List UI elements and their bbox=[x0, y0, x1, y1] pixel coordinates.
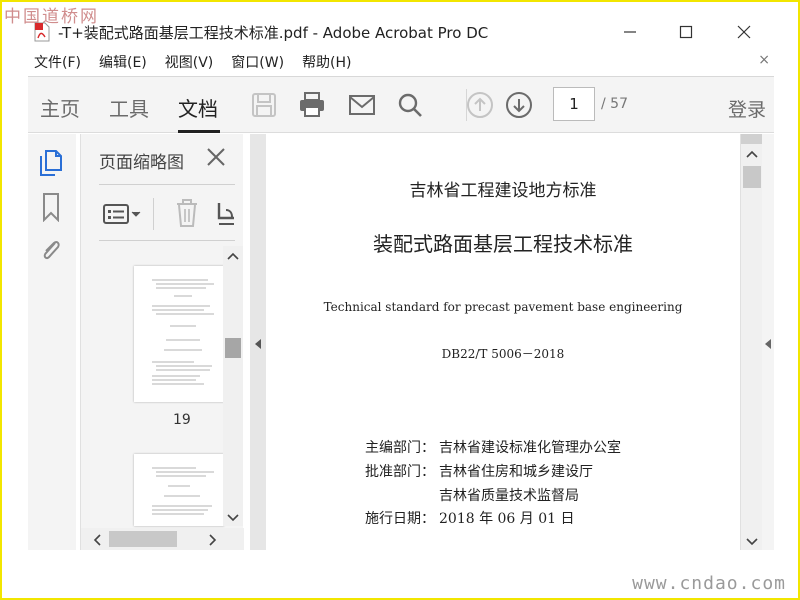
menu-bar: 文件(F) 编辑(E) 视图(V) 窗口(W) 帮助(H) bbox=[2, 52, 798, 74]
active-tab-indicator bbox=[178, 130, 220, 133]
menubar-close-button[interactable]: × bbox=[758, 52, 770, 68]
menu-edit[interactable]: 编辑(E) bbox=[81, 52, 147, 74]
info-value: 吉林省建设标准化管理办公室 bbox=[439, 440, 621, 456]
left-navigation-rail bbox=[28, 134, 76, 550]
search-icon[interactable] bbox=[396, 91, 424, 119]
scrollbar-thumb[interactable] bbox=[109, 531, 177, 547]
info-row-approver-2: 吉林省质量技术监督局 bbox=[365, 485, 579, 505]
maximize-icon bbox=[679, 25, 693, 39]
close-icon bbox=[737, 25, 751, 39]
info-row-effective-date: 施行日期： 2018 年 06 月 01 日 bbox=[365, 508, 575, 528]
document-vertical-scrollbar[interactable] bbox=[740, 134, 763, 550]
scroll-up-icon[interactable] bbox=[746, 150, 758, 158]
document-heading-1: 吉林省工程建设地方标准 bbox=[409, 181, 597, 201]
info-row-editor: 主编部门： 吉林省建设标准化管理办公室 bbox=[365, 437, 621, 457]
attachment-icon[interactable] bbox=[38, 236, 64, 266]
panel-close-icon[interactable] bbox=[205, 146, 227, 168]
page-thumbnails-panel: 页面缩略图 19 bbox=[80, 134, 244, 550]
document-code: DB22/T 5006－2018 bbox=[441, 347, 565, 361]
pdf-file-icon bbox=[34, 22, 50, 42]
thumbnail-content-preview bbox=[152, 279, 214, 385]
thumbnail-page-label: 19 bbox=[173, 412, 191, 428]
login-button[interactable]: 登录 bbox=[728, 95, 766, 122]
scroll-up-icon[interactable] bbox=[227, 252, 239, 260]
scrollbar-track-top bbox=[741, 134, 763, 144]
thumbnail-options-icon[interactable] bbox=[103, 202, 143, 226]
scrollbar-thumb[interactable] bbox=[225, 338, 241, 358]
scrollbar-thumb[interactable] bbox=[743, 166, 761, 188]
info-key: 批准部门： bbox=[365, 464, 435, 480]
collapse-right-icon bbox=[765, 339, 771, 349]
scroll-down-icon[interactable] bbox=[227, 514, 239, 522]
page-thumbnail[interactable] bbox=[134, 266, 224, 402]
page-total: / 57 bbox=[601, 96, 628, 112]
prev-page-icon[interactable] bbox=[466, 91, 494, 119]
panel-tools-separator bbox=[153, 198, 154, 230]
tab-document[interactable]: 文档 bbox=[178, 93, 218, 122]
info-key bbox=[365, 485, 439, 505]
email-icon[interactable] bbox=[348, 91, 376, 119]
page-thumbnail[interactable] bbox=[134, 454, 224, 526]
page-number-input[interactable]: 1 bbox=[553, 87, 595, 121]
menu-file[interactable]: 文件(F) bbox=[2, 52, 81, 74]
bookmark-icon[interactable] bbox=[38, 192, 64, 222]
delete-icon[interactable] bbox=[175, 198, 199, 228]
menu-view[interactable]: 视图(V) bbox=[147, 52, 214, 74]
watermark-bottom: www.cndao.com bbox=[632, 573, 786, 594]
info-value: 2018 年 06 月 01 日 bbox=[439, 511, 575, 527]
info-key: 施行日期： bbox=[365, 511, 435, 527]
thumbnail-vertical-scrollbar[interactable] bbox=[223, 246, 243, 526]
info-key: 主编部门： bbox=[365, 440, 435, 456]
tab-tools[interactable]: 工具 bbox=[109, 93, 149, 122]
panel-toolbar bbox=[81, 190, 243, 240]
panel-divider-2 bbox=[99, 240, 235, 241]
menu-window[interactable]: 窗口(W) bbox=[213, 52, 284, 74]
scroll-down-icon[interactable] bbox=[746, 538, 758, 546]
tab-home[interactable]: 主页 bbox=[40, 93, 80, 122]
info-value: 吉林省质量技术监督局 bbox=[439, 488, 579, 504]
minimize-button[interactable] bbox=[610, 18, 650, 46]
print-icon[interactable] bbox=[298, 91, 326, 119]
thumbnail-horizontal-scrollbar[interactable] bbox=[81, 528, 244, 550]
main-toolbar: 主页 工具 文档 1 / 57 登录 bbox=[28, 77, 774, 133]
collapse-left-icon bbox=[255, 339, 261, 349]
page-thumbnails-icon[interactable] bbox=[38, 148, 64, 178]
panel-title: 页面缩略图 bbox=[99, 153, 184, 173]
rotate-page-icon[interactable] bbox=[216, 200, 238, 228]
panel-divider bbox=[99, 184, 235, 185]
document-english-title: Technical standard for precast pavement … bbox=[323, 300, 683, 314]
window-title: -T+装配式路面基层工程技术标准.pdf - Adobe Acrobat Pro… bbox=[58, 24, 489, 42]
document-page: 吉林省工程建设地方标准 装配式路面基层工程技术标准 Technical stan… bbox=[267, 134, 739, 550]
scroll-right-icon[interactable] bbox=[209, 534, 217, 546]
document-heading-2: 装配式路面基层工程技术标准 bbox=[373, 232, 633, 256]
next-page-icon[interactable] bbox=[505, 91, 533, 119]
info-value: 吉林省住房和城乡建设厅 bbox=[439, 464, 593, 480]
scroll-left-icon[interactable] bbox=[93, 534, 101, 546]
maximize-button[interactable] bbox=[666, 18, 706, 46]
close-window-button[interactable] bbox=[724, 18, 764, 46]
collapse-left-pane-button[interactable] bbox=[250, 134, 266, 550]
save-icon[interactable] bbox=[250, 91, 278, 119]
minimize-icon bbox=[624, 31, 636, 33]
collapse-right-pane-button[interactable] bbox=[762, 134, 774, 550]
info-row-approver: 批准部门： 吉林省住房和城乡建设厅 bbox=[365, 461, 593, 481]
thumbnail-content-preview bbox=[152, 467, 214, 515]
menu-help[interactable]: 帮助(H) bbox=[284, 52, 351, 74]
